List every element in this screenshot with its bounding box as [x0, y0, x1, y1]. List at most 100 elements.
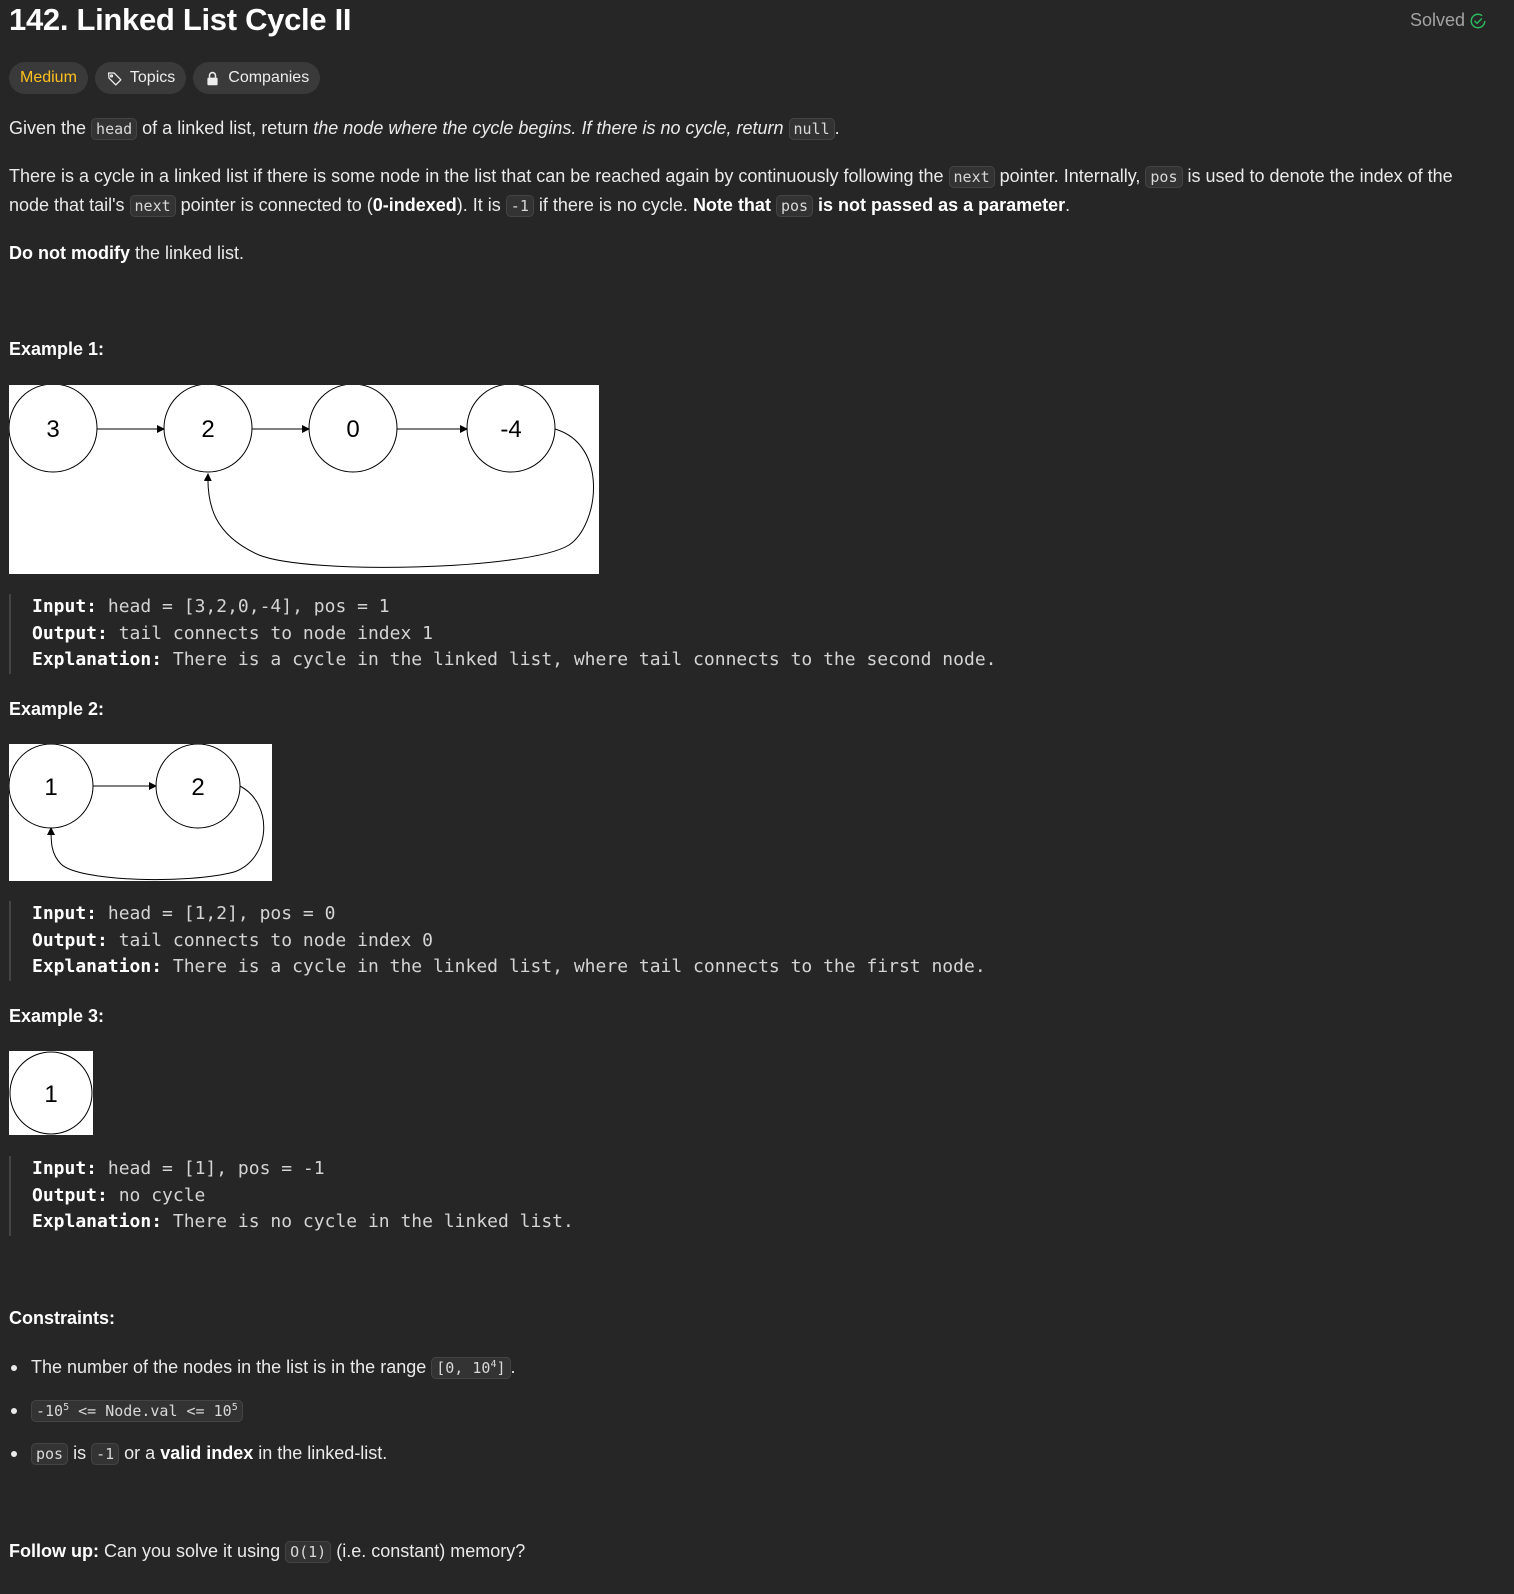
node-value: 1: [44, 1081, 57, 1108]
output-value: tail connects to node index 1: [107, 622, 433, 644]
topics-button[interactable]: Topics: [94, 62, 187, 94]
topics-label: Topics: [129, 69, 176, 86]
text: Given the: [9, 118, 92, 138]
text: Can you solve it using: [98, 1541, 286, 1561]
check-circle-icon: [1470, 13, 1486, 28]
inline-code: null: [788, 118, 835, 140]
explanation-value: There is a cycle in the linked list, whe…: [162, 649, 997, 670]
inline-code: next: [129, 195, 176, 217]
text: if there is no cycle.: [533, 195, 693, 215]
output-value: no cycle: [107, 1184, 206, 1206]
example-2-block: Input: head = [1,2], pos = 0 Output: tail…: [9, 901, 986, 981]
text: pointer. Internally,: [994, 166, 1146, 186]
input-label: Input:: [32, 1158, 98, 1179]
companies-button[interactable]: Companies: [193, 62, 321, 94]
bold-text: is not passed as a parameter: [813, 195, 1066, 215]
input-value: head = [3,2,0,-4], pos = 1: [97, 596, 390, 617]
text: <= Node.val <= 10: [69, 1402, 232, 1420]
example-explanation-line: Explanation: There is a cycle in the lin…: [32, 647, 997, 674]
description-paragraph-3: Do not modify the linked list.: [9, 239, 1489, 267]
bold-text: Follow up:: [9, 1541, 99, 1561]
cycle-pointer-arrow: [203, 428, 594, 568]
text: .: [510, 1357, 516, 1377]
output-label: Output:: [32, 929, 108, 951]
node-value: 2: [201, 416, 214, 443]
input-label: Input:: [32, 903, 98, 924]
output-label: Output:: [32, 622, 108, 644]
inline-code: O(1): [285, 1541, 332, 1563]
constraints-list: The number of the nodes in the list is i…: [9, 1353, 516, 1482]
example-3-diagram: 1: [9, 1051, 93, 1135]
example-output-line: Output: tail connects to node index 1: [32, 621, 997, 648]
example-explanation-line: Explanation: There is a cycle in the lin…: [32, 954, 986, 981]
text: .: [834, 118, 840, 138]
superscript: 5: [231, 1402, 238, 1413]
text: of a linked list, return: [137, 118, 314, 138]
description-paragraph-1: Given the head of a linked list, return …: [9, 114, 1489, 143]
inline-code: head: [91, 118, 138, 140]
explanation-label: Explanation:: [32, 956, 163, 977]
example-input-line: Input: head = [1,2], pos = 0: [32, 901, 986, 928]
explanation-label: Explanation:: [32, 1211, 163, 1232]
constraint-item: The number of the nodes in the list is i…: [9, 1353, 516, 1396]
inline-code: [0, 104]: [431, 1357, 511, 1379]
lock-icon: [207, 71, 218, 85]
emphasis-text: the node where the cycle begins. If ther…: [313, 118, 789, 138]
text: or a: [119, 1443, 161, 1463]
bold-text: 0-indexed: [372, 195, 457, 215]
inline-code: pos: [31, 1443, 69, 1465]
input-value: head = [1], pos = -1: [97, 1158, 325, 1179]
difficulty-label: Medium: [20, 69, 77, 86]
example-1-block: Input: head = [3,2,0,-4], pos = 1 Output:…: [9, 594, 997, 674]
bold-text: Do not modify: [9, 243, 130, 263]
text: ). It is: [456, 195, 506, 215]
example-3-block: Input: head = [1], pos = -1 Output: no cy…: [9, 1156, 574, 1236]
input-value: head = [1,2], pos = 0: [97, 903, 336, 924]
example-output-line: Output: no cycle: [32, 1183, 574, 1210]
difficulty-badge[interactable]: Medium: [9, 62, 88, 94]
inline-code: -1: [91, 1443, 120, 1465]
text: pointer is connected to (: [175, 195, 373, 215]
text: There is a cycle in a linked list if the…: [9, 166, 949, 186]
example-2-heading: Example 2:: [9, 699, 105, 719]
inline-code: pos: [775, 195, 814, 217]
node-value: 2: [191, 774, 204, 801]
node-value: 0: [346, 416, 359, 443]
inline-code: -1: [505, 195, 534, 217]
text: the linked list.: [129, 243, 245, 263]
solved-label: Solved: [1409, 10, 1465, 30]
text: in the linked-list.: [253, 1443, 388, 1463]
inline-code: pos: [1145, 166, 1183, 188]
constraints-heading: Constraints:: [9, 1308, 116, 1328]
bold-text: Note that: [692, 195, 776, 215]
bold-text: valid index: [160, 1443, 254, 1463]
example-input-line: Input: head = [3,2,0,-4], pos = 1: [32, 594, 997, 621]
node-value: 3: [46, 416, 59, 443]
example-explanation-line: Explanation: There is no cycle in the li…: [32, 1209, 574, 1236]
input-label: Input:: [32, 596, 98, 617]
example-1-heading: Example 1:: [9, 339, 105, 359]
text: .: [1065, 195, 1071, 215]
text: (i.e. constant) memory?: [331, 1541, 526, 1561]
output-label: Output:: [32, 1184, 108, 1206]
example-2-diagram: 1 2: [9, 744, 272, 881]
example-output-line: Output: tail connects to node index 0: [32, 928, 986, 955]
example-input-line: Input: head = [1], pos = -1: [32, 1156, 574, 1183]
text: ]: [496, 1359, 506, 1377]
node-value: -4: [500, 416, 521, 443]
example-1-diagram: 3 2 0 -4: [9, 385, 599, 574]
text: -10: [36, 1402, 64, 1420]
tag-icon: [107, 71, 122, 86]
page-title: 142. Linked List Cycle II: [9, 2, 352, 37]
inline-code: next: [948, 166, 995, 188]
inline-code: -105 <= Node.val <= 105: [31, 1400, 243, 1422]
solved-status: Solved: [1410, 10, 1487, 31]
text: [0, 10: [436, 1359, 491, 1377]
explanation-value: There is a cycle in the linked list, whe…: [162, 956, 986, 977]
output-value: tail connects to node index 0: [107, 929, 433, 951]
companies-label: Companies: [228, 69, 310, 86]
description-paragraph-2: There is a cycle in a linked list if the…: [9, 162, 1489, 220]
constraint-item: -105 <= Node.val <= 105: [9, 1396, 516, 1439]
follow-up: Follow up: Can you solve it using O(1) (…: [9, 1537, 1489, 1566]
node-value: 1: [44, 774, 57, 801]
